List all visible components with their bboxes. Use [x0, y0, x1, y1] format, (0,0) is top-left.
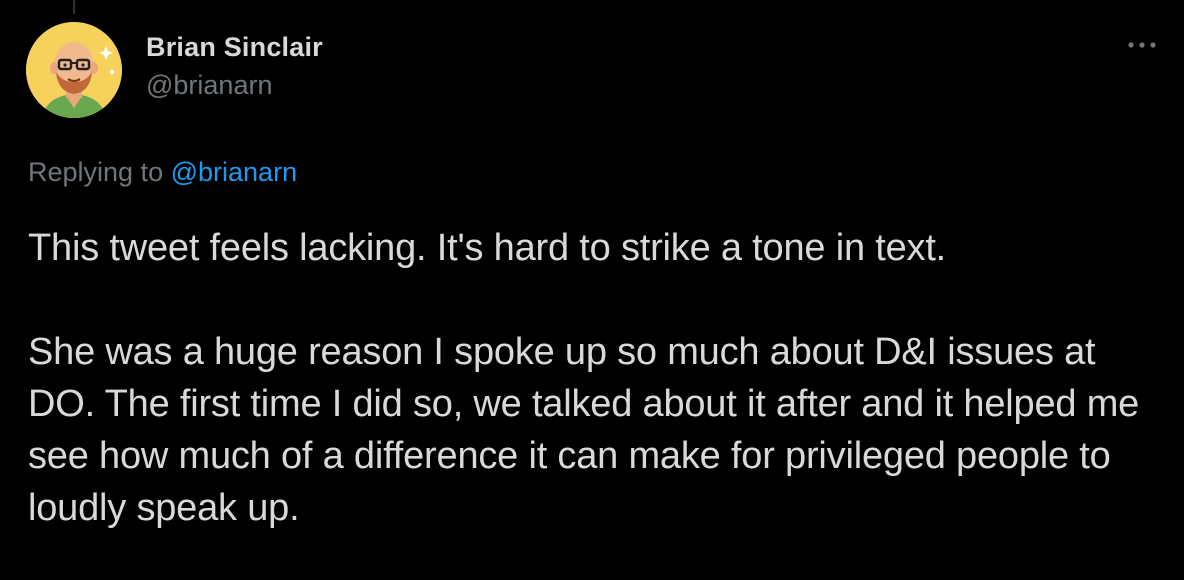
more-options-button[interactable] [1122, 30, 1162, 60]
reply-context: Replying to @brianarn [28, 155, 297, 189]
author-block: Brian Sinclair @brianarn [146, 30, 323, 102]
tweet-paragraph: This tweet feels lacking. It's hard to s… [28, 227, 947, 269]
reply-prefix: Replying to [28, 157, 164, 187]
thread-connector-line [73, 0, 75, 14]
author-display-name[interactable]: Brian Sinclair [146, 30, 323, 64]
tweet-paragraph: She was a huge reason I spoke up so much… [28, 331, 1140, 529]
avatar-illustration [26, 22, 122, 118]
tweet-text: This tweet feels lacking. It's hard to s… [28, 222, 1158, 534]
avatar[interactable] [26, 22, 122, 118]
author-handle[interactable]: @brianarn [146, 68, 323, 102]
more-horizontal-icon [1128, 42, 1156, 48]
reply-to-handle-link[interactable]: @brianarn [171, 157, 297, 187]
